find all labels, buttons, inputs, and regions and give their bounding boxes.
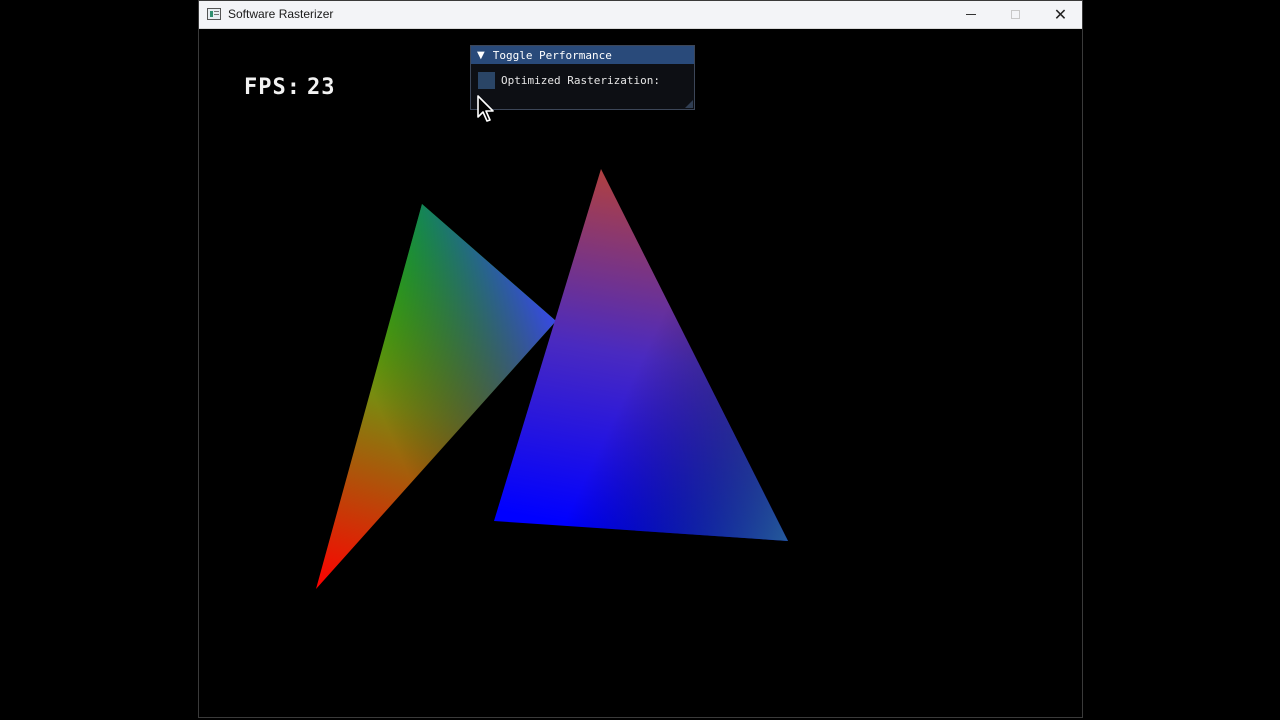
app-window: Software Rasterizer ✕ FPS: 23 ▼ Toggle P…	[198, 0, 1083, 718]
triangle-left-shade	[316, 204, 556, 589]
fps-counter: FPS: 23	[244, 75, 335, 100]
optimized-rasterization-label: Optimized Rasterization:	[501, 74, 660, 87]
close-button[interactable]: ✕	[1038, 1, 1083, 28]
imgui-panel-title: Toggle Performance	[492, 48, 612, 62]
close-icon: ✕	[1053, 4, 1068, 24]
maximize-icon	[1011, 10, 1020, 19]
render-viewport[interactable]: FPS: 23 ▼ Toggle Performance Optimized Ra…	[199, 29, 1082, 717]
triangle-scene	[316, 169, 788, 589]
desktop: Software Rasterizer ✕ FPS: 23 ▼ Toggle P…	[0, 0, 1280, 720]
panel-resize-grip[interactable]	[685, 100, 693, 108]
window-titlebar[interactable]: Software Rasterizer ✕	[199, 1, 1082, 29]
collapse-arrow-icon[interactable]: ▼	[477, 50, 485, 61]
minimize-button[interactable]	[948, 1, 993, 28]
fps-label: FPS:	[244, 75, 301, 100]
mouse-cursor-icon	[477, 95, 494, 122]
fps-value: 23	[306, 75, 336, 100]
optimized-rasterization-row: Optimized Rasterization:	[478, 72, 660, 89]
app-window-icon	[207, 8, 221, 20]
maximize-button[interactable]	[993, 1, 1038, 28]
imgui-panel-header[interactable]: ▼ Toggle Performance	[471, 46, 694, 64]
imgui-performance-panel[interactable]: ▼ Toggle Performance Optimized Rasteriza…	[470, 45, 695, 110]
optimized-rasterization-checkbox[interactable]	[478, 72, 495, 89]
triangle-right-shade	[494, 169, 788, 541]
console-output-strip	[198, 713, 1083, 720]
minimize-icon	[965, 14, 976, 15]
window-title: Software Rasterizer	[228, 7, 334, 21]
